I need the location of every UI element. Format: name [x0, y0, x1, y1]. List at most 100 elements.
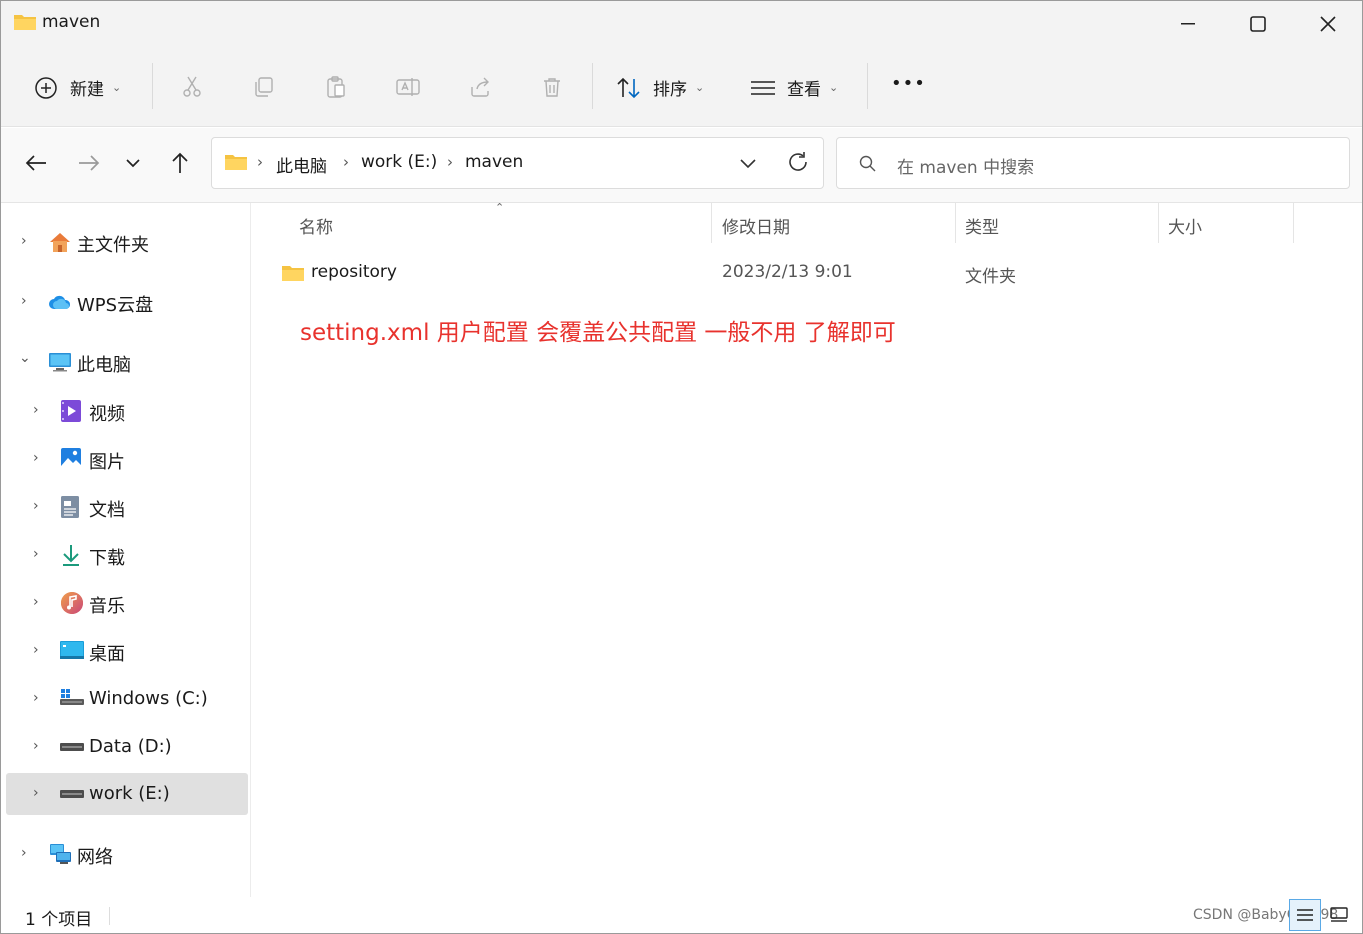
breadcrumb-work-drive[interactable]: work (E:): [361, 152, 437, 172]
more-icon: •••: [891, 73, 926, 94]
picture-icon: [60, 447, 84, 471]
sidebar-item-wps-cloud[interactable]: › WPS云盘: [1, 281, 249, 323]
breadcrumb-this-pc[interactable]: 此电脑: [276, 152, 327, 177]
rename-icon[interactable]: [394, 73, 422, 101]
chevron-down-icon: ⌄: [112, 81, 122, 94]
address-bar[interactable]: › 此电脑 › work (E:) › maven: [211, 137, 824, 189]
command-bar: 新建 ⌄ 排序 ⌄ 查看 ⌄ •••: [1, 47, 1362, 127]
sidebar-item-data-d[interactable]: › Data (D:): [1, 726, 249, 768]
column-divider[interactable]: [1158, 203, 1159, 243]
tiles-view-button[interactable]: [1323, 899, 1355, 931]
chevron-down-icon[interactable]: ⌄: [19, 350, 31, 366]
cloud-icon: [48, 290, 72, 314]
windows-drive-icon: [60, 687, 84, 711]
network-icon: [48, 842, 72, 866]
chevron-right-icon[interactable]: ›: [33, 642, 39, 658]
drive-icon: [60, 782, 84, 806]
column-divider[interactable]: [711, 203, 712, 243]
chevron-right-icon[interactable]: ›: [33, 738, 39, 754]
new-button[interactable]: 新建 ⌄: [34, 75, 121, 100]
plus-circle-icon: [35, 76, 57, 99]
breadcrumb-separator: ›: [257, 153, 263, 171]
chevron-right-icon[interactable]: ›: [33, 594, 39, 610]
copy-icon[interactable]: [250, 73, 278, 101]
sidebar-item-desktop[interactable]: › 桌面: [1, 630, 249, 672]
table-row[interactable]: repository 2023/2/13 9:01 文件夹: [252, 253, 1362, 293]
arrow-right-icon: [79, 155, 100, 171]
view-button[interactable]: 查看 ⌄: [750, 75, 838, 100]
file-name[interactable]: repository: [311, 262, 397, 282]
chevron-down-icon: ⌄: [829, 81, 839, 94]
sidebar-item-label: 视频: [89, 404, 125, 425]
desktop-icon: [60, 639, 84, 663]
sidebar-item-music[interactable]: › 音乐: [1, 582, 249, 624]
recent-locations-button[interactable]: [118, 148, 148, 178]
sidebar-item-network[interactable]: › 网络: [1, 833, 249, 875]
chevron-right-icon[interactable]: ›: [33, 546, 39, 562]
window-title: maven: [42, 12, 101, 32]
video-icon: [60, 399, 84, 423]
chevron-right-icon[interactable]: ›: [21, 293, 27, 309]
maximize-button[interactable]: [1223, 1, 1293, 47]
address-history-button[interactable]: [739, 155, 757, 174]
folder-icon: [224, 152, 248, 176]
sort-arrows-icon: [617, 77, 640, 98]
sidebar-item-label: 图片: [89, 452, 125, 473]
up-button[interactable]: [165, 148, 195, 178]
chevron-right-icon[interactable]: ›: [33, 690, 39, 706]
details-view-button[interactable]: [1289, 899, 1321, 931]
file-type: 文件夹: [965, 267, 1016, 287]
status-bar: 1 个项目 CSDN @BabyOf2198: [1, 897, 1362, 933]
search-icon: [859, 155, 877, 177]
forward-button[interactable]: [74, 148, 104, 178]
details-view-icon: [1297, 909, 1313, 921]
column-header-modified[interactable]: 修改日期: [722, 213, 790, 238]
sidebar-item-label: work (E:): [89, 783, 170, 804]
close-button[interactable]: [1293, 1, 1362, 47]
column-divider[interactable]: [1293, 203, 1294, 243]
chevron-right-icon[interactable]: ›: [21, 845, 27, 861]
file-modified: 2023/2/13 9:01: [722, 262, 853, 282]
sidebar-item-pictures[interactable]: › 图片: [1, 438, 249, 480]
paste-icon[interactable]: [322, 73, 350, 101]
sidebar-item-work-e[interactable]: › work (E:): [6, 773, 248, 815]
download-icon: [60, 543, 84, 567]
new-label: 新建: [70, 80, 104, 100]
delete-icon[interactable]: [538, 73, 566, 101]
column-header-type[interactable]: 类型: [965, 213, 999, 238]
item-count: 1 个项目: [25, 910, 93, 930]
chevron-right-icon[interactable]: ›: [33, 785, 39, 801]
column-header-size[interactable]: 大小: [1168, 213, 1202, 238]
music-icon: [60, 591, 84, 615]
chevron-right-icon[interactable]: ›: [33, 450, 39, 466]
sidebar-item-home[interactable]: › 主文件夹: [1, 221, 249, 263]
divider: [109, 907, 110, 925]
chevron-down-icon: ⌄: [695, 81, 705, 94]
arrow-left-icon: [25, 155, 46, 171]
chevron-right-icon[interactable]: ›: [33, 402, 39, 418]
column-header-name[interactable]: 名称: [299, 213, 333, 238]
chevron-right-icon[interactable]: ›: [33, 498, 39, 514]
sidebar-item-downloads[interactable]: › 下载: [1, 534, 249, 576]
back-button[interactable]: [21, 148, 51, 178]
cut-icon[interactable]: [178, 73, 206, 101]
search-input[interactable]: 在 maven 中搜索: [836, 137, 1350, 189]
divider: [152, 63, 153, 109]
sort-label: 排序: [653, 80, 687, 100]
home-icon: [48, 230, 72, 254]
minimize-button[interactable]: [1153, 1, 1223, 47]
column-divider[interactable]: [955, 203, 956, 243]
sort-button[interactable]: 排序 ⌄: [616, 75, 704, 100]
more-options-button[interactable]: •••: [891, 73, 926, 94]
sidebar-item-this-pc[interactable]: ⌄ 此电脑: [1, 341, 249, 383]
document-icon: [60, 495, 84, 519]
chevron-right-icon[interactable]: ›: [21, 233, 27, 249]
sidebar-item-videos[interactable]: › 视频: [1, 390, 249, 432]
breadcrumb-maven[interactable]: maven: [465, 152, 523, 172]
sidebar-item-documents[interactable]: › 文档: [1, 486, 249, 528]
share-icon[interactable]: [466, 73, 494, 101]
sidebar-item-windows-c[interactable]: › Windows (C:): [1, 678, 249, 720]
title-bar: maven: [1, 1, 1362, 47]
refresh-button[interactable]: [787, 151, 809, 177]
refresh-icon: [789, 152, 807, 171]
